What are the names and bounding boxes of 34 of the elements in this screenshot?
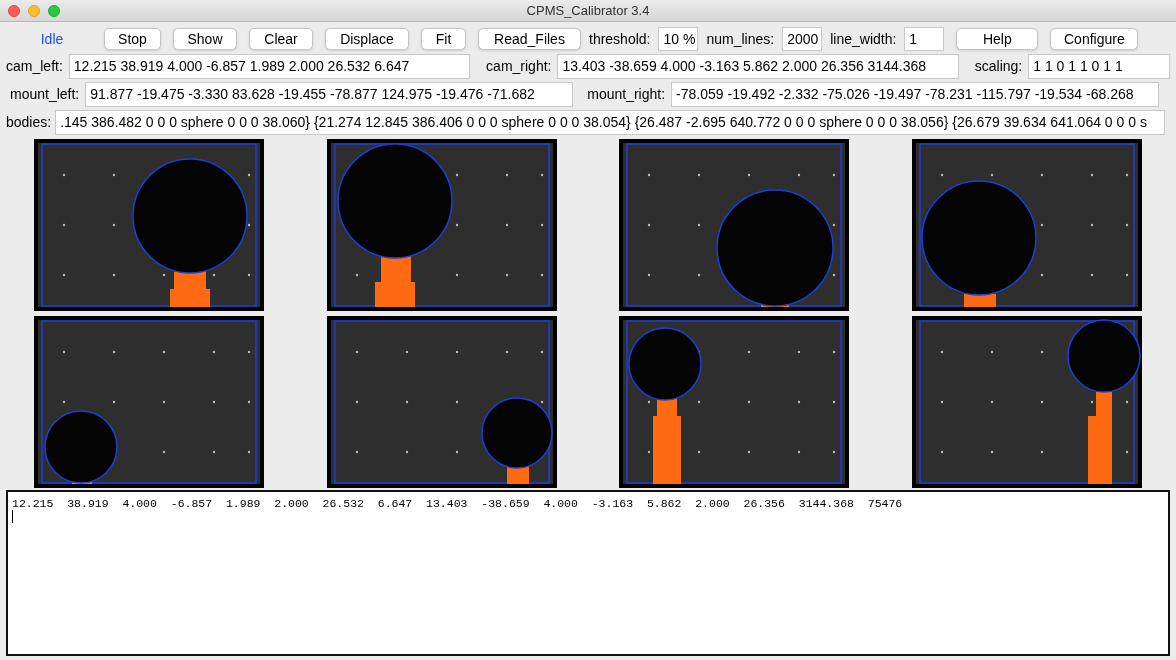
status-label: Idle: [39, 29, 65, 49]
toolbar-button[interactable]: Stop: [104, 28, 161, 50]
setting-field[interactable]: 10 %: [658, 27, 699, 51]
text-field[interactable]: -78.059 -19.492 -2.332 -75.026 -19.497 -78.231 -115.797 -19.534 -68.268: [671, 82, 1160, 107]
field-label: cam_right:: [486, 57, 552, 76]
toolbar-button[interactable]: Configure: [1050, 28, 1139, 50]
text-field[interactable]: 12.215 38.919 4.000 -6.857 1.989 2.000 26.532 6.647: [68, 54, 471, 79]
toolbar-button[interactable]: Clear: [249, 28, 313, 50]
window-title: CPMS_Calibrator 3.4: [526, 2, 650, 18]
toolbar-button[interactable]: Read_Files: [478, 28, 581, 50]
setting-field[interactable]: 1: [904, 27, 945, 51]
output-text-area[interactable]: 12.215 38.919 4.000 -6.857 1.989 2.000 26.532 6.647 13.403 -38.659 4.000 -3.163 5.862 2.000 26.356 3144.368 75476: [6, 490, 1170, 656]
minimize-button[interactable]: [28, 4, 40, 17]
toolbar-button[interactable]: Show: [173, 28, 237, 50]
close-button[interactable]: [8, 4, 20, 17]
text-field[interactable]: 1 1 0 1 1 0 1 1: [1028, 54, 1170, 79]
field-label: cam_left:: [6, 57, 63, 76]
setting-field[interactable]: 2000: [782, 27, 823, 51]
toolbar-button[interactable]: Fit: [421, 28, 466, 50]
output-line: 12.215 38.919 4.000 -6.857 1.989 2.000 26.532 6.647 13.403 -38.659 4.000 -3.163 5.862 2.000 26.356 3144.368 75476: [12, 497, 904, 510]
text-field[interactable]: 13.403 -38.659 4.000 -3.163 5.862 2.000 26.356 3144.368: [557, 54, 959, 79]
toolbar-button[interactable]: Displace: [325, 28, 409, 50]
toolbar-button[interactable]: Help: [956, 28, 1039, 50]
zoom-button[interactable]: [48, 4, 60, 17]
field-label: bodies:: [6, 112, 52, 132]
text-field[interactable]: 91.877 -19.475 -3.330 83.628 -19.455 -78.877 124.975 -19.476 -71.682: [85, 82, 574, 107]
field-label: scaling:: [974, 57, 1023, 76]
setting-label: num_lines:: [706, 29, 775, 49]
text-cursor: [12, 510, 13, 523]
text-field[interactable]: .145 386.482 0 0 0 sphere 0 0 0 38.060} {21.274 12.845 386.406 0 0 0 sphere 0 0 0 38.054} {26.487 -2.695 640.772 0 0 0 sphere 0 0 0 38.056} {26.679 39.634 641.064 0 0 0 s: [55, 109, 1166, 135]
field-label: mount_left:: [10, 85, 80, 104]
setting-label: line_width:: [830, 29, 897, 49]
field-label: mount_right:: [587, 85, 666, 104]
setting-label: threshold:: [589, 29, 651, 49]
